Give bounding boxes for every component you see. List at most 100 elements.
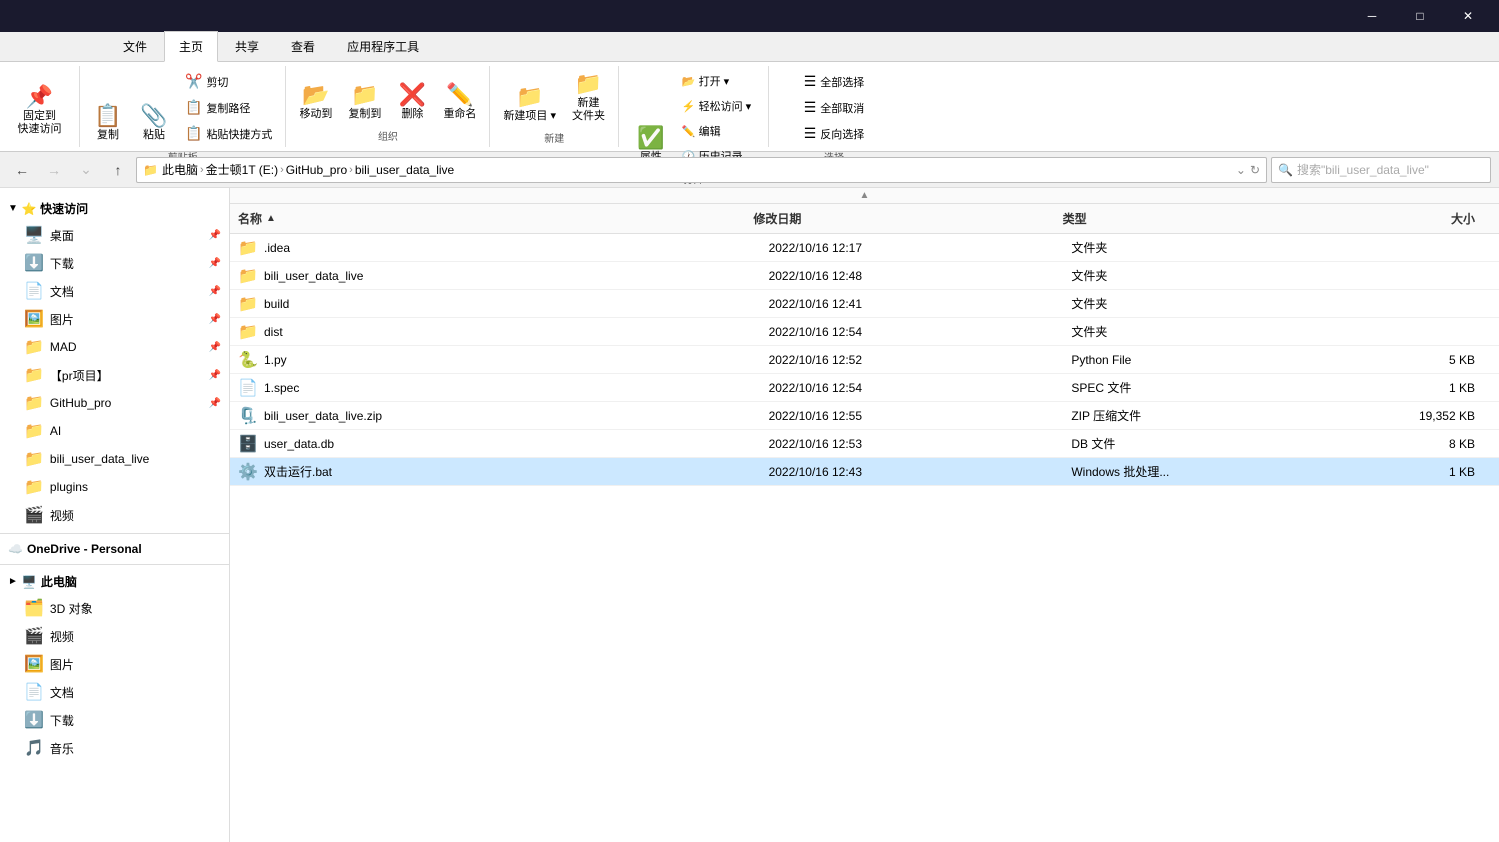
file-list-header: 名称 ▲ 修改日期 类型 大小 [230,204,1499,234]
sidebar-item-videos-pc[interactable]: 🎬 视频 [0,622,229,650]
sidebar-item-pictures[interactable]: 🖼️ 图片 📌 [0,305,229,333]
paste-shortcut-button[interactable]: 📋 粘贴快捷方式 [180,122,277,145]
tab-home[interactable]: 主页 [164,31,218,62]
col-header-name[interactable]: 名称 ▲ [238,210,753,227]
file-row-dist[interactable]: 📁 dist 2022/10/16 12:54 文件夹 [230,318,1499,346]
file-row-bat[interactable]: ⚙️ 双击运行.bat 2022/10/16 12:43 Windows 批处理… [230,458,1499,486]
sidebar-item-pr[interactable]: 📁 【pr项目】 📌 [0,361,229,389]
sidebar-item-desktop[interactable]: 🖥️ 桌面 📌 [0,221,229,249]
copy-path-label: 复制路径 [206,100,250,116]
search-box[interactable]: 🔍 搜索"bili_user_data_live" [1271,157,1491,183]
build-type: 文件夹 [1071,295,1323,312]
sidebar-item-plugins[interactable]: 📁 plugins [0,473,229,501]
crumb-pc[interactable]: 此电脑 [162,161,198,178]
file-row-bili[interactable]: 📁 bili_user_data_live 2022/10/16 12:48 文… [230,262,1499,290]
col-header-type[interactable]: 类型 [1063,210,1321,227]
3d-icon: 🗂️ [24,598,44,618]
zip-date: 2022/10/16 12:55 [769,409,1072,423]
easy-access-button[interactable]: ⚡ 轻松访问 ▾ [677,95,756,117]
thispc-header[interactable]: ► 🖥️ 此电脑 [0,569,229,594]
ribbon: 📌 固定到快速访问 📋 复制 📎 粘贴 ✂️ 剪切 📋 [0,62,1499,152]
file-row-zip[interactable]: 🗜️ bili_user_data_live.zip 2022/10/16 12… [230,402,1499,430]
close-button[interactable]: ✕ [1445,0,1491,32]
plugins-label: plugins [50,480,88,494]
sidebar-item-videos-quick[interactable]: 🎬 视频 [0,501,229,529]
address-bar-expand[interactable]: ⌄ [1236,163,1246,177]
bili-icon: 📁 [24,449,44,469]
delete-button[interactable]: ❌ 删除 [392,81,432,124]
rename-button[interactable]: ✏️ 重命名 [438,81,481,124]
maximize-button[interactable]: □ [1397,0,1443,32]
tab-view[interactable]: 查看 [276,31,330,61]
open-button[interactable]: 📂 打开 ▾ [677,70,756,92]
sidebar-item-ai[interactable]: 📁 AI [0,417,229,445]
copy-button[interactable]: 📋 复制 [88,102,128,145]
tab-app-tools[interactable]: 应用程序工具 [332,31,434,61]
quick-access-header[interactable]: ▼ ⭐ 快速访问 [0,196,229,221]
select-all-button[interactable]: ☰ 全部选择 [799,70,870,93]
refresh-button[interactable]: ↻ [1250,163,1260,177]
crumb-github[interactable]: GitHub_pro [286,163,347,177]
tab-file[interactable]: 文件 [108,31,162,61]
sidebar-item-documents[interactable]: 📄 文档 📌 [0,277,229,305]
desktop-label: 桌面 [50,227,74,244]
copy-to-button[interactable]: 📁 复制到 [343,81,386,124]
sidebar-item-mad[interactable]: 📁 MAD 📌 [0,333,229,361]
sidebar-item-music[interactable]: 🎵 音乐 [0,734,229,762]
documents-pc-label: 文档 [50,684,74,701]
sidebar-item-3d[interactable]: 🗂️ 3D 对象 [0,594,229,622]
db-date: 2022/10/16 12:53 [769,437,1072,451]
col-header-date[interactable]: 修改日期 [753,210,1062,227]
pin-desktop: 📌 [209,230,221,241]
select-small-btns: ☰ 全部选择 ☰ 全部取消 ☰ 反向选择 [799,70,870,145]
up-button[interactable]: ↑ [104,156,132,184]
forward-button[interactable]: → [40,156,68,184]
onedrive-header[interactable]: ☁️ OneDrive - Personal [0,538,229,560]
back-button[interactable]: ← [8,156,36,184]
select-none-button[interactable]: ☰ 全部取消 [799,96,870,119]
music-icon: 🎵 [24,738,44,758]
file-row-db[interactable]: 🗄️ user_data.db 2022/10/16 12:53 DB 文件 8… [230,430,1499,458]
sidebar-divider-2 [0,564,229,565]
sidebar-item-documents-pc[interactable]: 📄 文档 [0,678,229,706]
new-folder-button[interactable]: 📁 新建文件夹 [567,70,610,126]
col-header-size[interactable]: 大小 [1320,210,1491,227]
title-bar-buttons: ─ □ ✕ [1349,0,1491,32]
bat-type: Windows 批处理... [1071,463,1323,480]
quick-access-label: ⭐ 快速访问 [22,200,88,217]
sidebar-item-downloads-pc[interactable]: ⬇️ 下载 [0,706,229,734]
paste-button[interactable]: 📎 粘贴 [134,102,174,145]
pin-to-quick-access-button[interactable]: 📌 固定到快速访问 [13,83,67,139]
copy-path-button[interactable]: 📋 复制路径 [180,96,277,119]
select-items: ☰ 全部选择 ☰ 全部取消 ☰ 反向选择 [799,70,870,145]
edit-button[interactable]: ✏️ 编辑 [677,120,756,142]
file-row-py[interactable]: 🐍 1.py 2022/10/16 12:52 Python File 5 KB [230,346,1499,374]
col-size-label: 大小 [1451,212,1475,226]
new-group-label: 新建 [544,126,564,145]
sidebar-item-github[interactable]: 📁 GitHub_pro 📌 [0,389,229,417]
py-date: 2022/10/16 12:52 [769,353,1072,367]
file-row-build[interactable]: 📁 build 2022/10/16 12:41 文件夹 [230,290,1499,318]
cut-button[interactable]: ✂️ 剪切 [180,70,277,93]
file-row-idea[interactable]: 📁 .idea 2022/10/16 12:17 文件夹 [230,234,1499,262]
move-to-button[interactable]: 📂 移动到 [294,81,337,124]
invert-selection-button[interactable]: ☰ 反向选择 [799,122,870,145]
move-to-label: 移动到 [299,108,332,121]
paste-label: 粘贴 [143,129,165,142]
3d-label: 3D 对象 [50,600,93,617]
search-placeholder: 搜索"bili_user_data_live" [1297,161,1429,178]
downloads-label: 下载 [50,255,74,272]
file-row-spec[interactable]: 📄 1.spec 2022/10/16 12:54 SPEC 文件 1 KB [230,374,1499,402]
tab-share[interactable]: 共享 [220,31,274,61]
recent-locations-button[interactable]: ⌄ [72,156,100,184]
minimize-button[interactable]: ─ [1349,0,1395,32]
address-bar[interactable]: 📁 此电脑 › 金士顿1T (E:) › GitHub_pro › bili_u… [136,157,1267,183]
pr-label: 【pr项目】 [50,367,109,384]
sidebar-item-downloads[interactable]: ⬇️ 下载 📌 [0,249,229,277]
sidebar-item-pictures-pc[interactable]: 🖼️ 图片 [0,650,229,678]
clipboard-items: 📋 复制 📎 粘贴 ✂️ 剪切 📋 复制路径 📋 粘贴快捷方式 [88,70,277,145]
crumb-drive[interactable]: 金士顿1T (E:) [206,161,278,178]
sidebar-item-bili[interactable]: 📁 bili_user_data_live [0,445,229,473]
crumb-bili[interactable]: bili_user_data_live [355,163,454,177]
new-item-button[interactable]: 📁 新建项目 ▾ [498,83,561,126]
